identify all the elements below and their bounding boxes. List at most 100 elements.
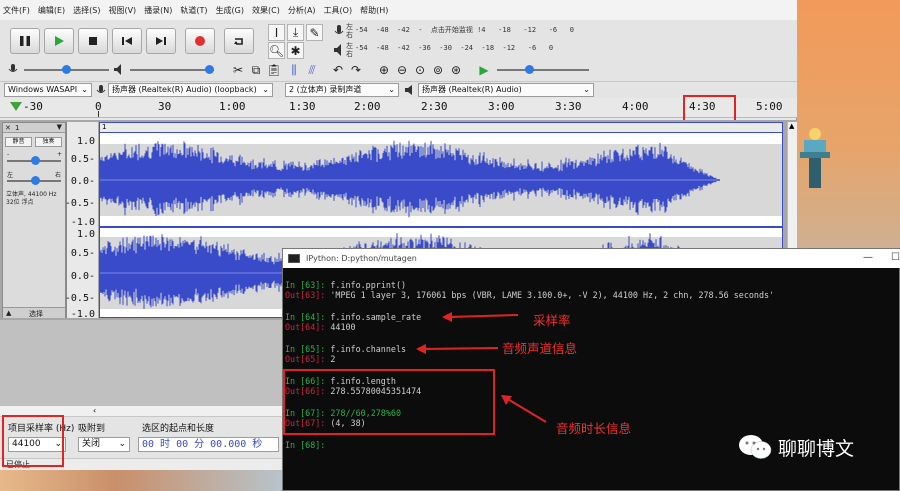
- pause-button[interactable]: [10, 28, 40, 54]
- timeline-label: 3:00: [488, 100, 515, 113]
- console-line: In [64]: f.info.sample_rate: [285, 312, 422, 322]
- record-meter[interactable]: 左 右 -54 -48 -42 - 点击开始监视 !4 -18 -12 -6 0: [333, 22, 633, 40]
- draw-tool-icon[interactable]: ✎: [306, 24, 323, 41]
- track-title-bar[interactable]: ✕ 1 ▼: [3, 123, 65, 133]
- chevron-down-icon: ⌄: [262, 85, 269, 94]
- menu-help[interactable]: 帮助(H): [360, 5, 388, 16]
- timeline-label: 4:00: [622, 100, 649, 113]
- zoom-out-icon[interactable]: ⊖: [394, 62, 410, 78]
- record-icon: [195, 36, 205, 46]
- play-at-speed-icon[interactable]: ▶: [476, 62, 492, 78]
- redo-icon[interactable]: ↷: [348, 62, 364, 78]
- snap-to-select[interactable]: 关闭 ⌄: [78, 437, 130, 452]
- scroll-up-icon[interactable]: ▲: [789, 122, 794, 130]
- timeline-label: 1:00: [219, 100, 246, 113]
- timeline-label: 5:00: [756, 100, 783, 113]
- ruler-label: -1.0: [70, 217, 95, 228]
- console-line: In [65]: f.info.channels: [285, 344, 407, 354]
- timeline-label: 2:30: [421, 100, 448, 113]
- fit-selection-icon[interactable]: ⊙: [412, 62, 428, 78]
- track-menu-chevron-icon[interactable]: ▼: [57, 123, 62, 131]
- clip-title[interactable]: 1: [100, 123, 782, 133]
- skip-end-button[interactable]: [146, 28, 176, 54]
- ipython-title: IPython: D:python/mutagen: [306, 254, 417, 263]
- device-toolbar: Windows WASAPI ⌄ 扬声器 (Realtek(R) Audio) (…: [0, 82, 797, 98]
- loop-button[interactable]: [224, 28, 254, 54]
- track-info-depth: 32位 浮点: [6, 199, 34, 206]
- pan-slider[interactable]: [7, 175, 61, 187]
- envelope-tool-icon[interactable]: ⤓: [287, 24, 304, 41]
- trim-icon[interactable]: ⫼: [286, 62, 302, 78]
- play-button[interactable]: [44, 28, 74, 54]
- ruler-label: -0.5-: [64, 198, 95, 209]
- copy-icon[interactable]: ⧉: [248, 62, 264, 78]
- paste-icon[interactable]: 📋︎: [266, 62, 282, 78]
- record-volume-slider[interactable]: [24, 64, 109, 76]
- menu-transport[interactable]: 播录(N): [144, 5, 172, 16]
- menu-generate[interactable]: 生成(G): [216, 5, 244, 16]
- multi-tool-icon[interactable]: ✱: [287, 42, 304, 59]
- sample-rate-arrow-icon: [442, 312, 519, 322]
- menu-tools[interactable]: 工具(O): [324, 5, 353, 16]
- ipython-title-bar[interactable]: IPython: D:python/mutagen — ☐: [283, 249, 900, 268]
- stop-icon: [89, 37, 97, 45]
- collapse-icon[interactable]: ▲: [6, 309, 11, 317]
- wechat-icon: [739, 435, 772, 459]
- playback-device-select[interactable]: 扬声器 (Realtek(R) Audio) ⌄: [418, 83, 594, 97]
- select-button[interactable]: 选择: [29, 309, 43, 319]
- silence-icon[interactable]: ⫻: [304, 62, 320, 78]
- selection-start-time[interactable]: 00 时 00 分 00.000 秒: [138, 437, 279, 452]
- playback-volume-slider[interactable]: [130, 64, 214, 76]
- skip-start-button[interactable]: [112, 28, 142, 54]
- skip-start-icon: [122, 37, 132, 45]
- duration-annotation: 音频时长信息: [556, 421, 632, 436]
- stop-button[interactable]: [78, 28, 108, 54]
- length-highlight-box: [283, 369, 495, 435]
- snap-to-label: 吸附到: [78, 424, 106, 434]
- timeline-label: 2:00: [354, 100, 381, 113]
- zoom-toggle-icon[interactable]: ⊛: [448, 62, 464, 78]
- menu-tracks[interactable]: 轨道(T): [180, 5, 207, 16]
- chevron-down-icon: ⌄: [388, 85, 395, 94]
- timeline-ruler[interactable]: -30 0 30 1:00 1:30 2:00 2:30 3:00 3:30 4…: [0, 98, 797, 118]
- cut-icon[interactable]: ✂: [230, 62, 246, 78]
- channel-separator: [100, 226, 782, 228]
- channels-annotation: 音频声道信息: [502, 341, 578, 356]
- undo-icon[interactable]: ↶: [330, 62, 346, 78]
- track-select-bar[interactable]: ▲ 选择: [3, 307, 65, 318]
- menu-select[interactable]: 选择(S): [73, 5, 100, 16]
- record-volume-icon: [8, 64, 18, 72]
- selection-tool-icon[interactable]: I: [268, 24, 285, 41]
- audio-host-select[interactable]: Windows WASAPI ⌄: [4, 83, 92, 97]
- playback-meter-ticks: -54 -48 -42 -36 -30 -24 -18 -12 -6 0: [355, 44, 554, 52]
- scroll-left-icon[interactable]: ‹: [93, 406, 96, 415]
- ruler-label: 0.5-: [70, 248, 95, 259]
- speaker-icon: [334, 44, 341, 56]
- record-button[interactable]: [185, 28, 215, 54]
- minimize-icon[interactable]: —: [863, 252, 873, 263]
- play-speed-slider[interactable]: [497, 64, 589, 76]
- menu-file[interactable]: 文件(F): [3, 5, 30, 16]
- menu-analyze[interactable]: 分析(A): [288, 5, 316, 16]
- playback-meter[interactable]: 左 右 -54 -48 -42 -36 -30 -24 -18 -12 -6 0: [333, 41, 633, 59]
- track-close-icon[interactable]: ✕: [5, 124, 11, 132]
- recording-device-select[interactable]: 扬声器 (Realtek(R) Audio) (loopback) ⌄: [108, 83, 273, 97]
- sample-rate-highlight-box: [2, 415, 64, 467]
- play-head-icon[interactable]: [10, 102, 22, 111]
- solo-button[interactable]: 独奏: [35, 137, 62, 147]
- terminal-icon: [288, 254, 300, 263]
- maximize-icon[interactable]: ☐: [891, 252, 900, 263]
- menu-view[interactable]: 视图(V): [108, 5, 136, 16]
- mute-button[interactable]: 静音: [5, 137, 32, 147]
- fit-project-icon[interactable]: ⊚: [430, 62, 446, 78]
- menu-edit[interactable]: 编辑(E): [38, 5, 65, 16]
- zoom-tool-icon[interactable]: 🔍︎: [268, 42, 285, 59]
- ruler-label: 1.0: [76, 136, 95, 147]
- recording-channels-select[interactable]: 2 (立体声) 录制声道 ⌄: [285, 83, 399, 97]
- chevron-down-icon: ⌄: [81, 85, 88, 94]
- zoom-in-icon[interactable]: ⊕: [376, 62, 392, 78]
- pause-icon: [20, 36, 30, 46]
- gain-slider[interactable]: [7, 155, 61, 167]
- loop-icon: [234, 38, 243, 45]
- menu-effect[interactable]: 效果(C): [252, 5, 280, 16]
